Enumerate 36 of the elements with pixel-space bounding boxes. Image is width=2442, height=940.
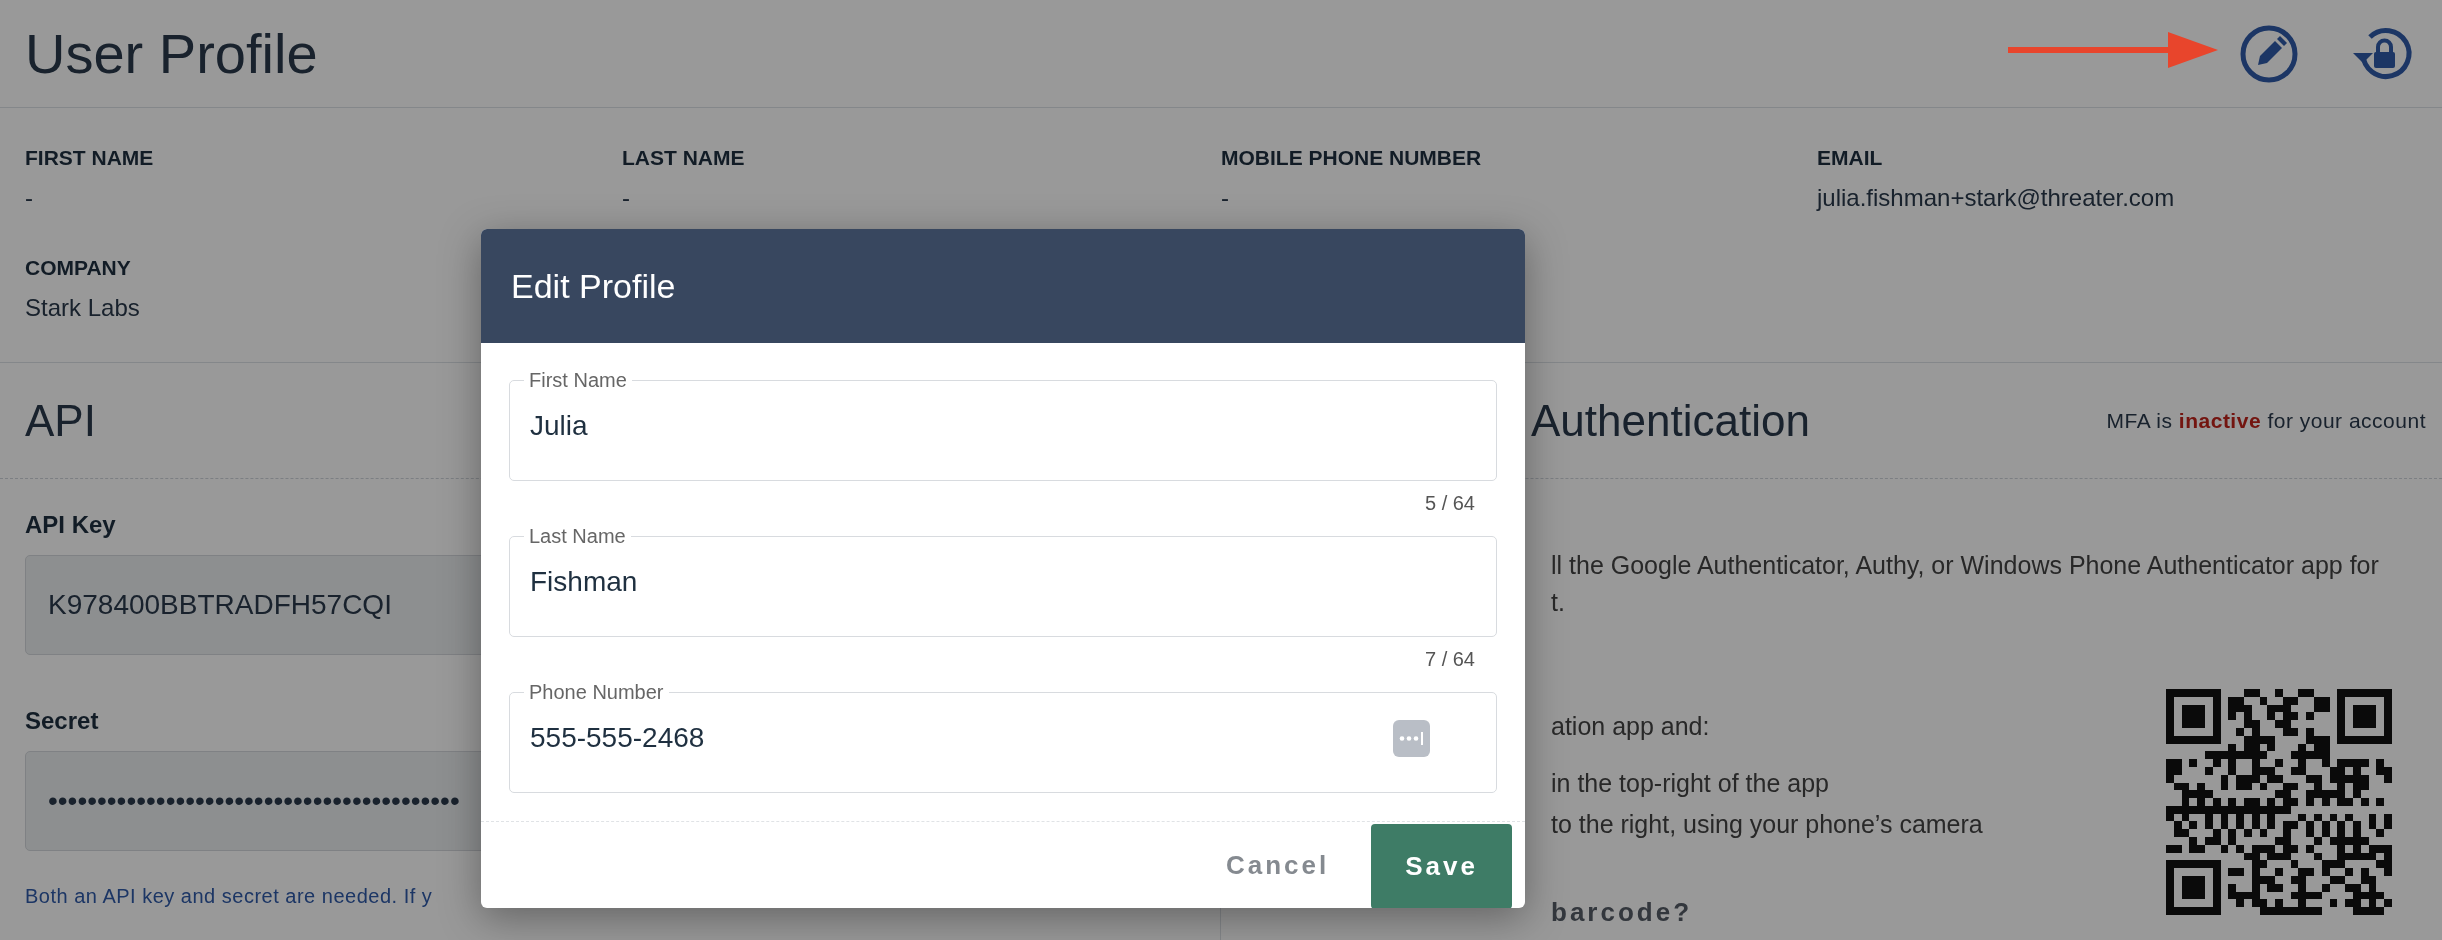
instruction-text: in the top-right of the app [1551, 769, 1830, 798]
field-label: EMAIL [1817, 146, 1883, 170]
field-value: - [622, 184, 630, 212]
section-title: Authentication [1531, 395, 1810, 446]
input-value[interactable]: Julia [530, 410, 1476, 442]
barcode-link[interactable]: barcode? [1551, 897, 1983, 928]
input-value[interactable]: Fishman [530, 566, 1476, 598]
input-value[interactable]: 555-555-2468 [530, 722, 1393, 754]
field-label: API Key [25, 511, 116, 539]
field-value: Stark Labs [25, 294, 140, 322]
field-value: - [25, 184, 33, 212]
field-label: MOBILE PHONE NUMBER [1221, 146, 1482, 170]
dialog-title: Edit Profile [511, 266, 676, 306]
field-value: julia.fishman+stark@threater.com [1817, 184, 2175, 212]
field-label: Phone Number [528, 681, 665, 704]
text-field[interactable]: Phone Number 555-555-2468 [509, 681, 1497, 793]
field-label: LAST NAME [622, 146, 745, 170]
text-field[interactable]: First Name Julia [509, 369, 1497, 481]
field-label: Last Name [528, 525, 627, 548]
field-label: FIRST NAME [25, 146, 154, 170]
page-title: User Profile [25, 21, 318, 86]
save-button[interactable]: Save [1371, 823, 1512, 908]
edit-icon[interactable] [2239, 23, 2299, 84]
field-value: - [1221, 184, 1229, 212]
instruction-text: ation app and: [1551, 712, 1711, 741]
instruction-text: ll the Google Authenticator, Authy, or Windows Phone Authenticator app for [1551, 551, 2380, 580]
field-label: COMPANY [25, 256, 131, 280]
field-label: First Name [528, 369, 628, 392]
character-counter: 5 / 64 [1424, 491, 1475, 516]
instruction-text: t. [1551, 588, 1566, 617]
mfa-status: MFA is inactive for your account [2106, 408, 2426, 433]
section-title: API [25, 395, 96, 446]
help-text: Both an API key and secret are needed. If y [25, 885, 434, 908]
field-label: Secret [25, 707, 99, 735]
character-counter: 7 / 64 [1424, 647, 1475, 672]
instruction-text: to the right, using your phone’s camera [1551, 810, 1983, 839]
